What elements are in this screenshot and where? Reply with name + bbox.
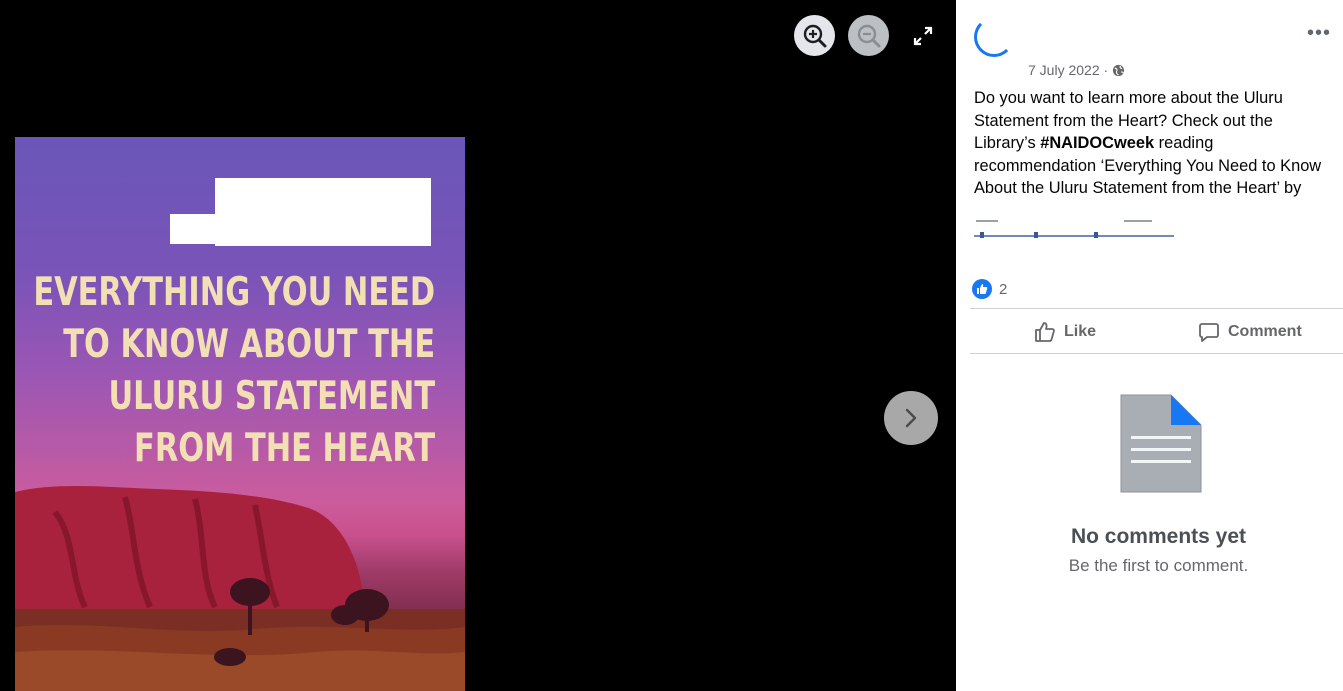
book-cover-image: EVERYTHING YOU NEED TO KNOW ABOUT THE UL…: [15, 137, 465, 691]
reaction-summary[interactable]: 2: [972, 279, 1007, 299]
next-photo-button[interactable]: [884, 391, 938, 445]
photo-viewer: EVERYTHING YOU NEED TO KNOW ABOUT THE UL…: [0, 0, 956, 691]
truncated-link[interactable]: [974, 220, 1224, 242]
reaction-count: 2: [999, 280, 1008, 298]
divider: [970, 308, 1343, 309]
cover-title-line: ULURU STATEMENT: [108, 374, 436, 419]
cover-title-line: TO KNOW ABOUT THE: [63, 322, 436, 367]
document-icon: [1119, 394, 1203, 499]
chevron-right-icon: [905, 408, 917, 428]
like-label: Like: [1064, 323, 1097, 340]
like-reaction-icon: [972, 279, 992, 299]
post-text: Do you want to learn more about the Ulur…: [974, 87, 1336, 200]
comment-label: Comment: [1228, 323, 1302, 340]
hashtag-link[interactable]: #NAIDOCweek: [1040, 134, 1154, 152]
avatar[interactable]: [974, 17, 1014, 57]
more-options-icon[interactable]: •••: [1307, 22, 1331, 45]
zoom-in-button[interactable]: [794, 15, 835, 56]
empty-comments-subtitle: Be the first to comment.: [1068, 556, 1249, 575]
cover-title-line: FROM THE HEART: [133, 426, 436, 471]
comment-button[interactable]: Comment: [1198, 318, 1302, 346]
fullscreen-button[interactable]: [902, 15, 943, 56]
post-meta: 7 July 2022 ·: [1028, 62, 1125, 78]
comment-icon: [1199, 323, 1219, 342]
post-date[interactable]: 7 July 2022 ·: [1028, 62, 1108, 78]
expand-icon: [913, 26, 932, 45]
cover-title: EVERYTHING YOU NEED TO KNOW ABOUT THE UL…: [33, 267, 435, 475]
empty-comments-title: No comments yet: [1070, 525, 1247, 548]
zoom-out-button[interactable]: [848, 15, 889, 56]
like-button[interactable]: Like: [1034, 318, 1096, 346]
thumbs-up-icon: [1035, 322, 1055, 342]
divider: [970, 353, 1343, 354]
globe-icon: [1113, 64, 1125, 76]
post-side-panel: ••• 7 July 2022 · Do you want to learn m…: [956, 0, 1343, 691]
zoom-in-icon: [803, 24, 826, 47]
redacted-block: [215, 178, 431, 246]
redacted-block: [170, 214, 220, 244]
zoom-out-icon: [857, 24, 880, 47]
cover-title-line: EVERYTHING YOU NEED: [33, 270, 435, 315]
cut-off-text: [974, 220, 1174, 238]
